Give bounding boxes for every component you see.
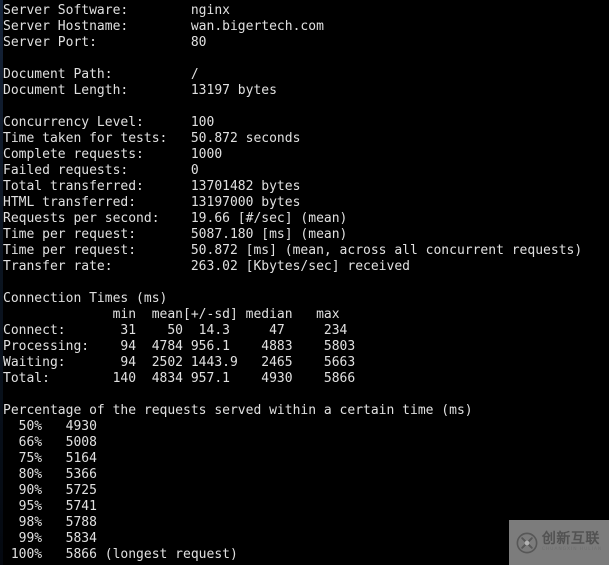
console-line: Complete requests: 1000 xyxy=(3,147,223,162)
console-line: min mean[+/-sd] median max xyxy=(3,307,340,322)
console-line: Document Length: 13197 bytes xyxy=(3,83,277,98)
console-line: 100% 5866 (longest request) xyxy=(3,547,238,562)
console-line: Concurrency Level: 100 xyxy=(3,115,215,130)
console-line: Connect: 31 50 14.3 47 234 xyxy=(3,323,348,338)
console-line: Total: 140 4834 957.1 4930 5866 xyxy=(3,371,356,386)
console-line: Processing: 94 4784 956.1 4883 5803 xyxy=(3,339,356,354)
console-line: Time per request: 50.872 [ms] (mean, acr… xyxy=(3,243,583,258)
console-line: 50% 4930 xyxy=(3,419,97,434)
console-line: Document Path: / xyxy=(3,67,199,82)
console-line: 98% 5788 xyxy=(3,515,97,530)
console-line: Total transferred: 13701482 bytes xyxy=(3,179,301,194)
console-line: Server Port: 80 xyxy=(3,35,207,50)
console-line: Failed requests: 0 xyxy=(3,163,199,178)
console-line: 99% 5834 xyxy=(3,531,97,546)
console-line: 66% 5008 xyxy=(3,435,97,450)
console-line: Percentage of the requests served within… xyxy=(3,403,473,418)
console-line: Requests per second: 19.66 [#/sec] (mean… xyxy=(3,211,348,226)
console-line: Waiting: 94 2502 1443.9 2465 5663 xyxy=(3,355,356,370)
console-line: Connection Times (ms) xyxy=(3,291,168,306)
console-line: Time taken for tests: 50.872 seconds xyxy=(3,131,301,146)
console-line: 95% 5741 xyxy=(3,499,97,514)
console-line: 75% 5164 xyxy=(3,451,97,466)
terminal-window: Server Software: nginx Server Hostname: w… xyxy=(0,0,609,565)
console-line: HTML transferred: 13197000 bytes xyxy=(3,195,301,210)
console-line: 90% 5725 xyxy=(3,483,97,498)
console-line: Time per request: 5087.180 [ms] (mean) xyxy=(3,227,348,242)
ab-benchmark-output: Server Software: nginx Server Hostname: w… xyxy=(3,3,609,563)
console-line: Server Hostname: wan.bigertech.com xyxy=(3,19,324,34)
console-line: Server Software: nginx xyxy=(3,3,230,18)
console-line: 80% 5366 xyxy=(3,467,97,482)
console-line: Transfer rate: 263.02 [Kbytes/sec] recei… xyxy=(3,259,410,274)
